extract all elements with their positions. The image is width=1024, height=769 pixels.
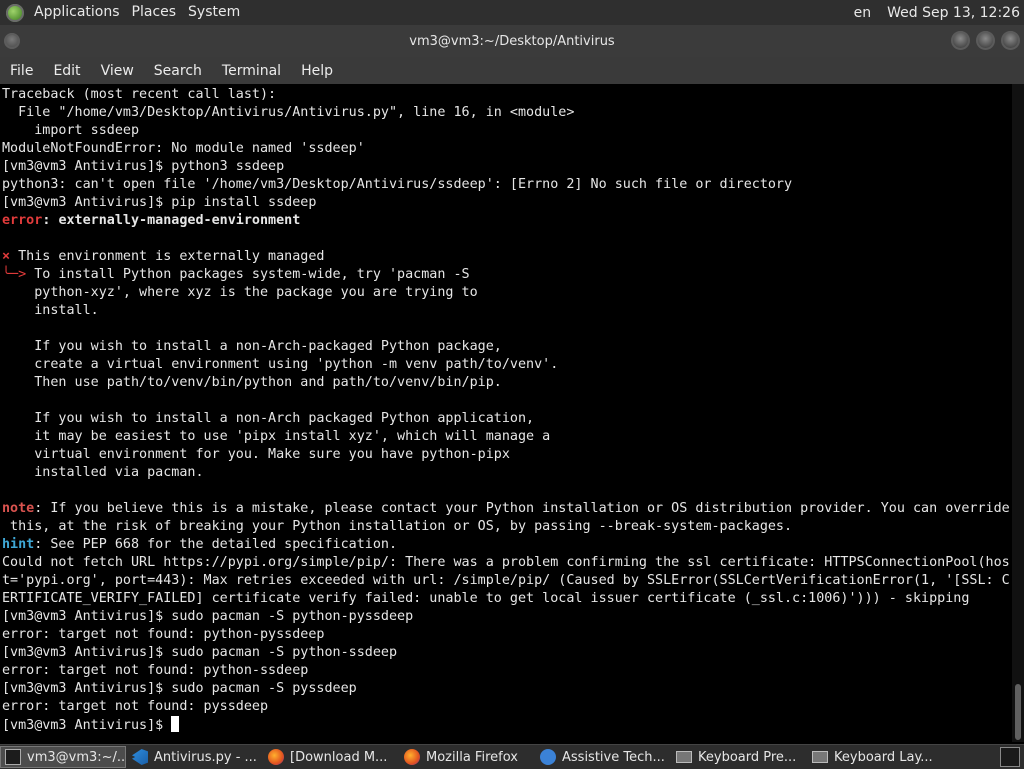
terminal-line: error: target not found: python-ssdeep bbox=[2, 663, 309, 678]
window-controls bbox=[951, 31, 1020, 50]
managed-text: To install Python packages system-wide, … bbox=[26, 267, 470, 282]
managed-line: it may be easiest to use 'pipx install x… bbox=[2, 429, 551, 444]
terminal-line: [vm3@vm3 Antivirus]$ sudo pacman -S pyth… bbox=[2, 609, 414, 624]
terminal-line: import ssdeep bbox=[2, 123, 140, 138]
managed-line: If you wish to install a non-Arch-packag… bbox=[2, 339, 502, 354]
firefox-icon bbox=[268, 749, 284, 765]
managed-title: This environment is externally managed bbox=[10, 249, 325, 264]
managed-line bbox=[2, 392, 1010, 410]
task-label: Mozilla Firefox bbox=[426, 749, 518, 765]
maximize-button[interactable] bbox=[976, 31, 995, 50]
keyboard-layout-indicator[interactable]: en bbox=[846, 5, 880, 21]
task-keyboard-preferences[interactable]: Keyboard Pre... bbox=[672, 746, 806, 768]
task-label: Assistive Tech... bbox=[562, 749, 665, 765]
hint-prefix: hint bbox=[2, 537, 35, 552]
menu-edit[interactable]: Edit bbox=[43, 63, 90, 79]
menu-places[interactable]: Places bbox=[126, 0, 183, 25]
close-button[interactable] bbox=[1001, 31, 1020, 50]
accessibility-icon bbox=[540, 749, 556, 765]
note-text: : If you believe this is a mistake, plea… bbox=[34, 501, 1010, 516]
managed-line: ╰─> To install Python packages system-wi… bbox=[2, 266, 1010, 284]
text-cursor bbox=[171, 716, 180, 732]
terminal-line: python3: can't open file '/home/vm3/Desk… bbox=[2, 177, 793, 192]
task-firefox-download[interactable]: [Download M... bbox=[264, 746, 398, 768]
task-terminal[interactable]: vm3@vm3:~/... bbox=[0, 746, 126, 768]
managed-line: Then use path/to/venv/bin/python and pat… bbox=[2, 375, 502, 390]
terminal-line: [vm3@vm3 Antivirus]$ python3 ssdeep bbox=[2, 159, 285, 174]
menu-file[interactable]: File bbox=[0, 63, 43, 79]
task-firefox[interactable]: Mozilla Firefox bbox=[400, 746, 534, 768]
window-title-bar[interactable]: vm3@vm3:~/Desktop/Antivirus bbox=[0, 25, 1024, 57]
terminal-line: File "/home/vm3/Desktop/Antivirus/Antivi… bbox=[2, 105, 575, 120]
menu-terminal[interactable]: Terminal bbox=[212, 63, 291, 79]
scrollbar-thumb[interactable] bbox=[1015, 684, 1021, 740]
note-line: note: If you believe this is a mistake, … bbox=[2, 500, 1010, 518]
task-vscode[interactable]: Antivirus.py - ... bbox=[128, 746, 262, 768]
clock[interactable]: Wed Sep 13, 12:26 bbox=[879, 5, 1024, 21]
terminal-menu-bar: File Edit View Search Terminal Help bbox=[0, 57, 1024, 84]
managed-title-line: × This environment is externally managed bbox=[2, 248, 1010, 266]
managed-line: installed via pacman. bbox=[2, 465, 204, 480]
terminal-line: ModuleNotFoundError: No module named 'ss… bbox=[2, 141, 365, 156]
terminal-line: ERTIFICATE_VERIFY_FAILED] certificate ve… bbox=[2, 591, 970, 606]
task-label: Antivirus.py - ... bbox=[154, 749, 257, 765]
managed-line: If you wish to install a non-Arch packag… bbox=[2, 411, 535, 426]
error-prefix: error bbox=[2, 213, 43, 228]
task-keyboard-layout[interactable]: Keyboard Lay... bbox=[808, 746, 942, 768]
error-text: externally-managed-environment bbox=[58, 213, 301, 228]
managed-line: create a virtual environment using 'pyth… bbox=[2, 357, 559, 372]
managed-line: virtual environment for you. Make sure y… bbox=[2, 447, 510, 462]
shell-prompt: [vm3@vm3 Antivirus]$ bbox=[2, 718, 172, 733]
window-menu-icon[interactable] bbox=[4, 33, 20, 49]
terminal-line: [vm3@vm3 Antivirus]$ pip install ssdeep bbox=[2, 195, 317, 210]
managed-line: install. bbox=[2, 303, 99, 318]
managed-line bbox=[2, 320, 1010, 338]
task-label: vm3@vm3:~/... bbox=[27, 749, 126, 765]
menu-view[interactable]: View bbox=[91, 63, 144, 79]
arrow-marker: ╰─> bbox=[2, 267, 27, 282]
terminal-line: Could not fetch URL https://pypi.org/sim… bbox=[2, 555, 1010, 570]
terminal-line: [vm3@vm3 Antivirus]$ sudo pacman -S pyss… bbox=[2, 681, 357, 696]
terminal-line: Traceback (most recent call last): bbox=[2, 87, 277, 102]
task-label: Keyboard Lay... bbox=[834, 749, 933, 765]
top-panel: Applications Places System en Wed Sep 13… bbox=[0, 0, 1024, 25]
terminal-output[interactable]: Traceback (most recent call last): File … bbox=[0, 84, 1010, 742]
terminal-line: error: target not found: python-pyssdeep bbox=[2, 627, 325, 642]
prompt-line[interactable]: [vm3@vm3 Antivirus]$ bbox=[2, 716, 1010, 734]
terminal-line: error: target not found: pyssdeep bbox=[2, 699, 269, 714]
vscode-icon bbox=[132, 749, 148, 765]
terminal-line: [vm3@vm3 Antivirus]$ sudo pacman -S pyth… bbox=[2, 645, 398, 660]
keyboard-icon bbox=[812, 751, 828, 763]
note-line-cont: this, at the risk of breaking your Pytho… bbox=[2, 519, 793, 534]
window-title: vm3@vm3:~/Desktop/Antivirus bbox=[409, 33, 615, 49]
panel-status-area: en Wed Sep 13, 12:26 bbox=[846, 0, 1024, 25]
menu-help[interactable]: Help bbox=[291, 63, 343, 79]
menu-system[interactable]: System bbox=[182, 0, 246, 25]
hint-line: hint: See PEP 668 for the detailed speci… bbox=[2, 536, 1010, 554]
task-label: Keyboard Pre... bbox=[698, 749, 797, 765]
terminal-line: t='pypi.org', port=443): Max retries exc… bbox=[2, 573, 1010, 588]
keyboard-icon bbox=[676, 751, 692, 763]
hint-text: : See PEP 668 for the detailed specifica… bbox=[34, 537, 398, 552]
show-desktop-icon[interactable] bbox=[1000, 747, 1020, 767]
note-prefix: note bbox=[2, 501, 35, 516]
task-assistive-tech[interactable]: Assistive Tech... bbox=[536, 746, 670, 768]
error-line: error: externally-managed-environment bbox=[2, 213, 301, 228]
terminal-icon bbox=[5, 749, 21, 765]
minimize-button[interactable] bbox=[951, 31, 970, 50]
menu-search[interactable]: Search bbox=[144, 63, 212, 79]
firefox-icon bbox=[404, 749, 420, 765]
panel-menus: Applications Places System bbox=[28, 0, 246, 25]
managed-line: python-xyz', where xyz is the package yo… bbox=[2, 285, 478, 300]
taskbar: vm3@vm3:~/... Antivirus.py - ... [Downlo… bbox=[0, 744, 1024, 769]
menu-applications[interactable]: Applications bbox=[28, 0, 126, 25]
terminal-scrollbar[interactable] bbox=[1012, 84, 1024, 742]
error-marker: × bbox=[2, 249, 11, 264]
distro-logo-icon[interactable] bbox=[6, 3, 24, 22]
task-label: [Download M... bbox=[290, 749, 388, 765]
